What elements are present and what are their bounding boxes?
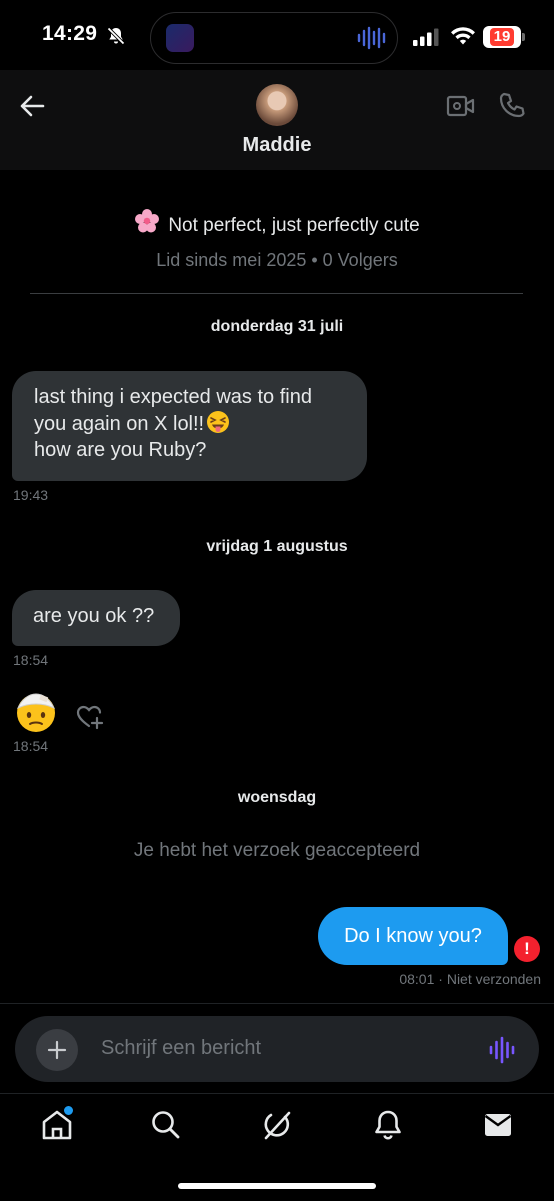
message-input[interactable]: Schrijf een bericht xyxy=(101,1037,261,1060)
profile-bio: Not perfect, just perfectly cute xyxy=(0,208,554,237)
message-line: how are you Ruby? xyxy=(34,439,207,461)
head-bandage-emoji-icon[interactable] xyxy=(14,690,58,734)
date-separator: woensdag xyxy=(237,789,317,806)
composer-divider xyxy=(0,1003,554,1004)
divider xyxy=(30,293,523,294)
home-indicator xyxy=(178,1183,376,1189)
audio-wave-icon xyxy=(357,26,386,50)
message-timestamp: 19:43 xyxy=(13,487,49,503)
message-composer[interactable] xyxy=(15,1016,539,1082)
battery-tip xyxy=(522,33,525,41)
bell-slash-icon xyxy=(107,27,125,45)
battery-icon: 19 xyxy=(483,26,521,48)
voice-message-icon[interactable] xyxy=(488,1036,516,1064)
error-icon[interactable]: ! xyxy=(514,936,540,962)
date-separator: donderdag 31 juli xyxy=(210,318,344,335)
incoming-message[interactable]: last thing i expected was to find you ag… xyxy=(12,371,367,481)
search-icon[interactable] xyxy=(149,1108,183,1142)
notification-dot xyxy=(62,1104,75,1117)
outgoing-message[interactable]: Do I know you? xyxy=(318,907,508,965)
squinting-tongue-emoji-icon xyxy=(207,411,230,433)
back-arrow-icon[interactable] xyxy=(18,92,46,120)
message-timestamp: 18:54 xyxy=(13,738,49,754)
video-call-icon[interactable] xyxy=(446,93,476,119)
battery-level: 19 xyxy=(489,28,515,46)
signal-icon xyxy=(413,28,439,46)
wifi-icon xyxy=(451,27,475,45)
app-icon xyxy=(166,24,194,52)
notifications-icon[interactable] xyxy=(371,1108,405,1142)
message-line: last thing i expected was to find xyxy=(34,386,312,408)
add-reaction-icon[interactable] xyxy=(76,704,104,730)
message-timestamp: 08:01 xyxy=(399,971,435,987)
incoming-message[interactable]: are you ok ?? xyxy=(12,590,180,646)
not-sent-label: · Niet verzonden xyxy=(434,971,541,987)
messages-icon[interactable] xyxy=(481,1108,515,1142)
profile-meta: Lid sinds mei 2025 • 0 Volgers xyxy=(156,250,398,270)
avatar[interactable] xyxy=(256,84,298,126)
message-timestamp: 18:54 xyxy=(13,652,49,668)
grok-icon[interactable] xyxy=(260,1108,294,1142)
system-message: Je hebt het verzoek geaccepteerd xyxy=(133,840,421,861)
date-separator: vrijdag 1 augustus xyxy=(206,538,348,555)
message-status: 08:01 · Niet verzonden xyxy=(0,971,541,987)
bio-text: Not perfect, just perfectly cute xyxy=(168,215,420,236)
plus-icon xyxy=(47,1040,67,1060)
add-media-button[interactable] xyxy=(36,1029,78,1071)
message-line: you again on X lol!! xyxy=(34,410,345,437)
status-time: 14:29 xyxy=(42,22,98,45)
phone-call-icon[interactable] xyxy=(498,91,526,119)
contact-name[interactable]: Maddie xyxy=(0,134,554,157)
cherry-blossom-icon xyxy=(135,209,160,233)
